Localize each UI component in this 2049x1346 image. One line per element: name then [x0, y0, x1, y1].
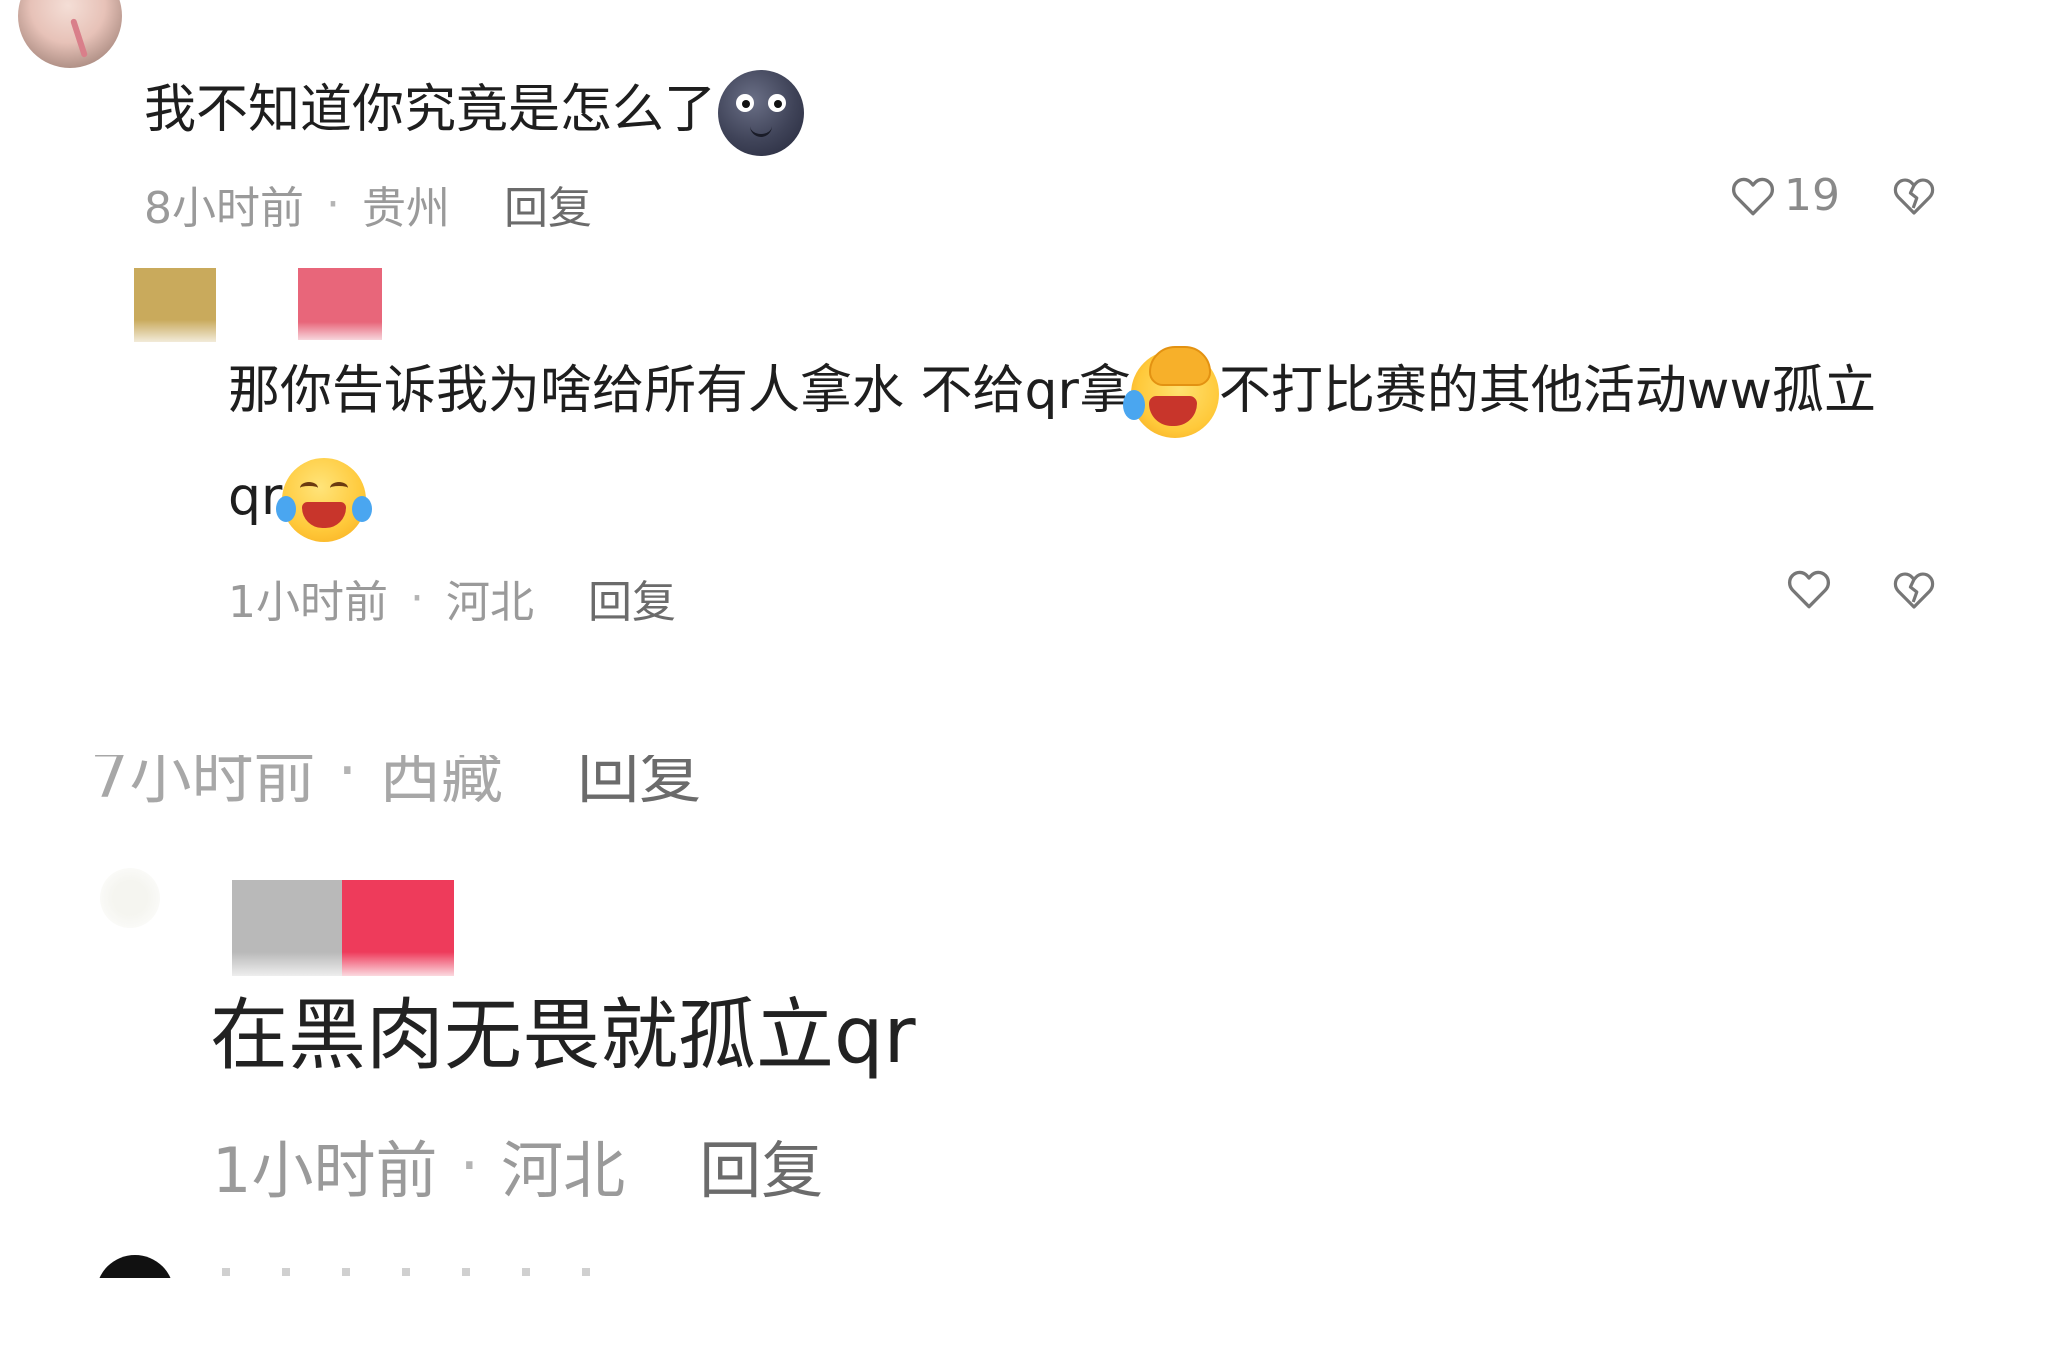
reply-button[interactable]: 回复: [588, 566, 676, 630]
like-button[interactable]: [1784, 564, 1834, 614]
separator: ·: [410, 572, 424, 624]
comment-location: 西藏: [379, 755, 504, 803]
cropped-username: [222, 1268, 622, 1276]
new-moon-face-emoji-icon: [718, 70, 805, 156]
comment-2-line-2: qr: [228, 458, 373, 542]
separator: ·: [459, 1128, 480, 1202]
dislike-button[interactable]: [1890, 172, 1938, 220]
heart-icon: [1787, 570, 1831, 609]
comment-time: 8小时前: [144, 183, 304, 234]
comment-location: 河北: [501, 1134, 626, 1207]
heart-icon: [1731, 177, 1775, 215]
censored-username: [342, 880, 454, 976]
comment-2: 那你告诉我为啥给所有人拿水 不给qr拿 不打比赛的其他活动ww孤立: [228, 346, 1876, 438]
comment-time: 1小时前: [228, 577, 388, 628]
comment-meta: 1小时前 · 河北 回复: [212, 1120, 823, 1210]
comment-text-part-3: qr: [228, 467, 283, 527]
crop-edge: [0, 1278, 2049, 1346]
face-palm-crying-emoji-icon: [1122, 346, 1219, 438]
comment-location: 河北: [446, 577, 534, 628]
comment-meta: 1小时前 · 河北 回复: [228, 566, 676, 630]
reply-button[interactable]: 回复: [504, 172, 592, 236]
comment-1: 我不知道你究竟是怎么了: [144, 70, 805, 156]
separator: ·: [337, 755, 358, 803]
cropped-meta-row: 7小时前 · 西藏 回复: [90, 755, 890, 803]
broken-heart-icon: [1893, 178, 1935, 215]
like-button[interactable]: 19: [1728, 170, 1840, 221]
comment-time: 1小时前: [212, 1134, 438, 1207]
comment-text: 我不知道你究竟是怎么了: [144, 80, 717, 140]
face-with-tears-of-joy-emoji-icon: [276, 458, 373, 542]
censored-avatar: [232, 880, 342, 976]
comment-text-part-2: 不打比赛的其他活动ww孤立: [1218, 361, 1876, 421]
comment-time: 7小时前: [90, 755, 316, 803]
reply-button[interactable]: 回复: [577, 755, 701, 803]
broken-heart-icon: [1893, 572, 1935, 609]
like-count: 19: [1784, 170, 1840, 221]
comment-text-part-1: 那你告诉我为啥给所有人拿水 不给qr拿: [228, 361, 1131, 421]
comment-text: 在黑肉无畏就孤立qr: [210, 991, 916, 1081]
comment-meta: 8小时前 · 贵州 回复: [144, 172, 592, 236]
avatar[interactable]: [18, 0, 122, 68]
separator: ·: [326, 178, 340, 230]
comment-3: 在黑肉无畏就孤立qr: [210, 990, 916, 1084]
reply-button[interactable]: 回复: [699, 1120, 823, 1210]
censored-username: [298, 268, 382, 340]
censored-avatar: [134, 268, 216, 342]
comment-location: 贵州: [362, 183, 450, 234]
avatar[interactable]: [100, 868, 160, 928]
dislike-button[interactable]: [1890, 566, 1938, 614]
